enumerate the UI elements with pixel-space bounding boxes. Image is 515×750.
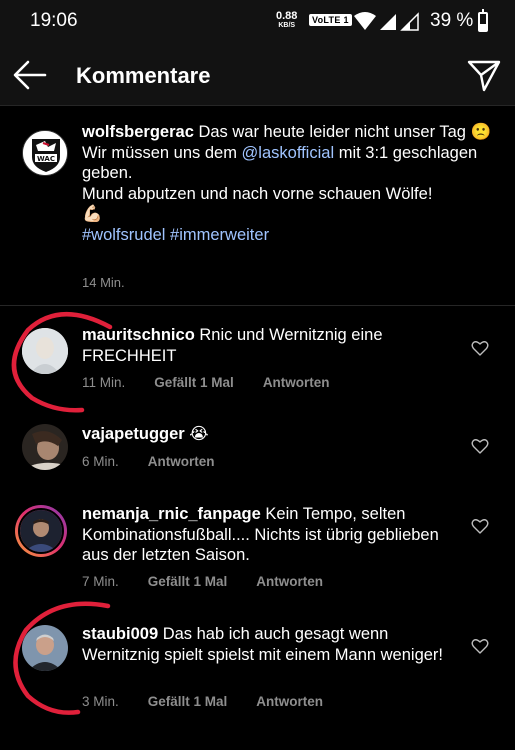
wac-logo-icon: WAC (23, 131, 67, 175)
likes-count[interactable]: Gefällt 1 Mal (148, 574, 228, 589)
user-photo-icon (22, 424, 68, 470)
arrow-left-icon[interactable] (12, 58, 48, 92)
network-speed-value: 0.88 (276, 10, 298, 22)
reply-button[interactable]: Antworten (263, 375, 330, 390)
battery-fill (480, 23, 486, 30)
heart-icon[interactable] (471, 340, 489, 356)
caption-line-1: Das war heute leider nicht unser Tag 🙁 (193, 123, 492, 141)
comment-message: 😭 (184, 425, 209, 443)
heart-icon[interactable] (471, 638, 489, 654)
user-photo-icon (22, 625, 68, 671)
post-caption: WAC wolfsbergerac Das war heute leider n… (0, 106, 515, 306)
comment-text: vajapetugger 😭 (82, 424, 457, 445)
mention-link[interactable]: @laskofficial (242, 144, 335, 162)
comment-time: 11 Min. (82, 375, 126, 390)
battery-icon (478, 9, 488, 32)
status-bar: 19:06 0.88 KB/S VoLTE 1 39 % (0, 0, 515, 44)
avatar[interactable]: WAC (22, 130, 68, 176)
comment-username[interactable]: staubi009 (82, 625, 158, 643)
caption-line-2: Wir müssen uns dem (82, 143, 242, 162)
comment-time: 7 Min. (82, 574, 119, 589)
app-header: Kommentare (0, 44, 515, 106)
page-title: Kommentare (76, 63, 211, 88)
comment-text: mauritschnico Rnic und Wernitznig eine F… (82, 325, 457, 366)
reply-button[interactable]: Antworten (256, 574, 323, 589)
user-photo-icon (22, 328, 68, 374)
reply-button[interactable]: Antworten (256, 694, 323, 709)
avatar[interactable] (15, 505, 67, 557)
muscle-emoji: 💪🏻 (82, 205, 103, 223)
caption-line-4: Mund abputzen und nach vorne schauen Wöl… (82, 184, 433, 203)
heart-icon[interactable] (471, 438, 489, 454)
network-speed-unit: KB/S (278, 22, 296, 29)
comment-time: 3 Min. (82, 694, 119, 709)
reply-button[interactable]: Antworten (148, 454, 215, 469)
comment-item: mauritschnico Rnic und Wernitznig eine F… (0, 306, 515, 418)
comment-username[interactable]: nemanja_rnic_fanpage (82, 505, 261, 523)
heart-icon[interactable] (471, 518, 489, 534)
wifi-icon (354, 12, 376, 30)
avatar[interactable] (22, 328, 68, 374)
comment-item: nemanja_rnic_fanpage Kein Tempo, selten … (0, 498, 515, 618)
user-photo-icon (20, 510, 62, 552)
comment-username[interactable]: vajapetugger (82, 425, 185, 443)
caption-time: 14 Min. (82, 275, 125, 290)
comment-item: staubi009 Das hab ich auch gesagt wenn W… (0, 618, 515, 750)
comment-meta: 7 Min. Gefällt 1 Mal Antworten (82, 574, 352, 589)
comment-meta: 6 Min. Antworten (82, 454, 244, 469)
network-speed: 0.88 KB/S (276, 11, 297, 30)
likes-count[interactable]: Gefällt 1 Mal (154, 375, 234, 390)
caption-text: wolfsbergerac Das war heute leider nicht… (82, 122, 492, 245)
comment-time: 6 Min. (82, 454, 119, 469)
comment-meta: 11 Min. Gefällt 1 Mal Antworten (82, 375, 359, 390)
battery-percent: 39 % (430, 10, 474, 31)
comment-username[interactable]: mauritschnico (82, 326, 195, 344)
likes-count[interactable]: Gefällt 1 Mal (148, 694, 228, 709)
svg-text:WAC: WAC (37, 155, 55, 163)
paper-plane-icon[interactable] (466, 58, 502, 94)
avatar-inner (18, 508, 64, 554)
signal-icons (354, 12, 419, 31)
status-time: 19:06 (30, 10, 78, 31)
caption-username[interactable]: wolfsbergerac (82, 123, 194, 141)
volte-badge: VoLTE 1 (309, 14, 352, 26)
avatar[interactable] (22, 625, 68, 671)
comment-item: vajapetugger 😭 6 Min. Antworten (0, 418, 515, 498)
avatar[interactable] (22, 424, 68, 470)
hashtag-links[interactable]: #wolfsrudel #immerweiter (82, 226, 269, 244)
comment-text: nemanja_rnic_fanpage Kein Tempo, selten … (82, 504, 457, 566)
comment-meta: 3 Min. Gefällt 1 Mal Antworten (82, 694, 352, 709)
cell-signal-icon (380, 14, 396, 30)
comment-text: staubi009 Das hab ich auch gesagt wenn W… (82, 624, 457, 665)
